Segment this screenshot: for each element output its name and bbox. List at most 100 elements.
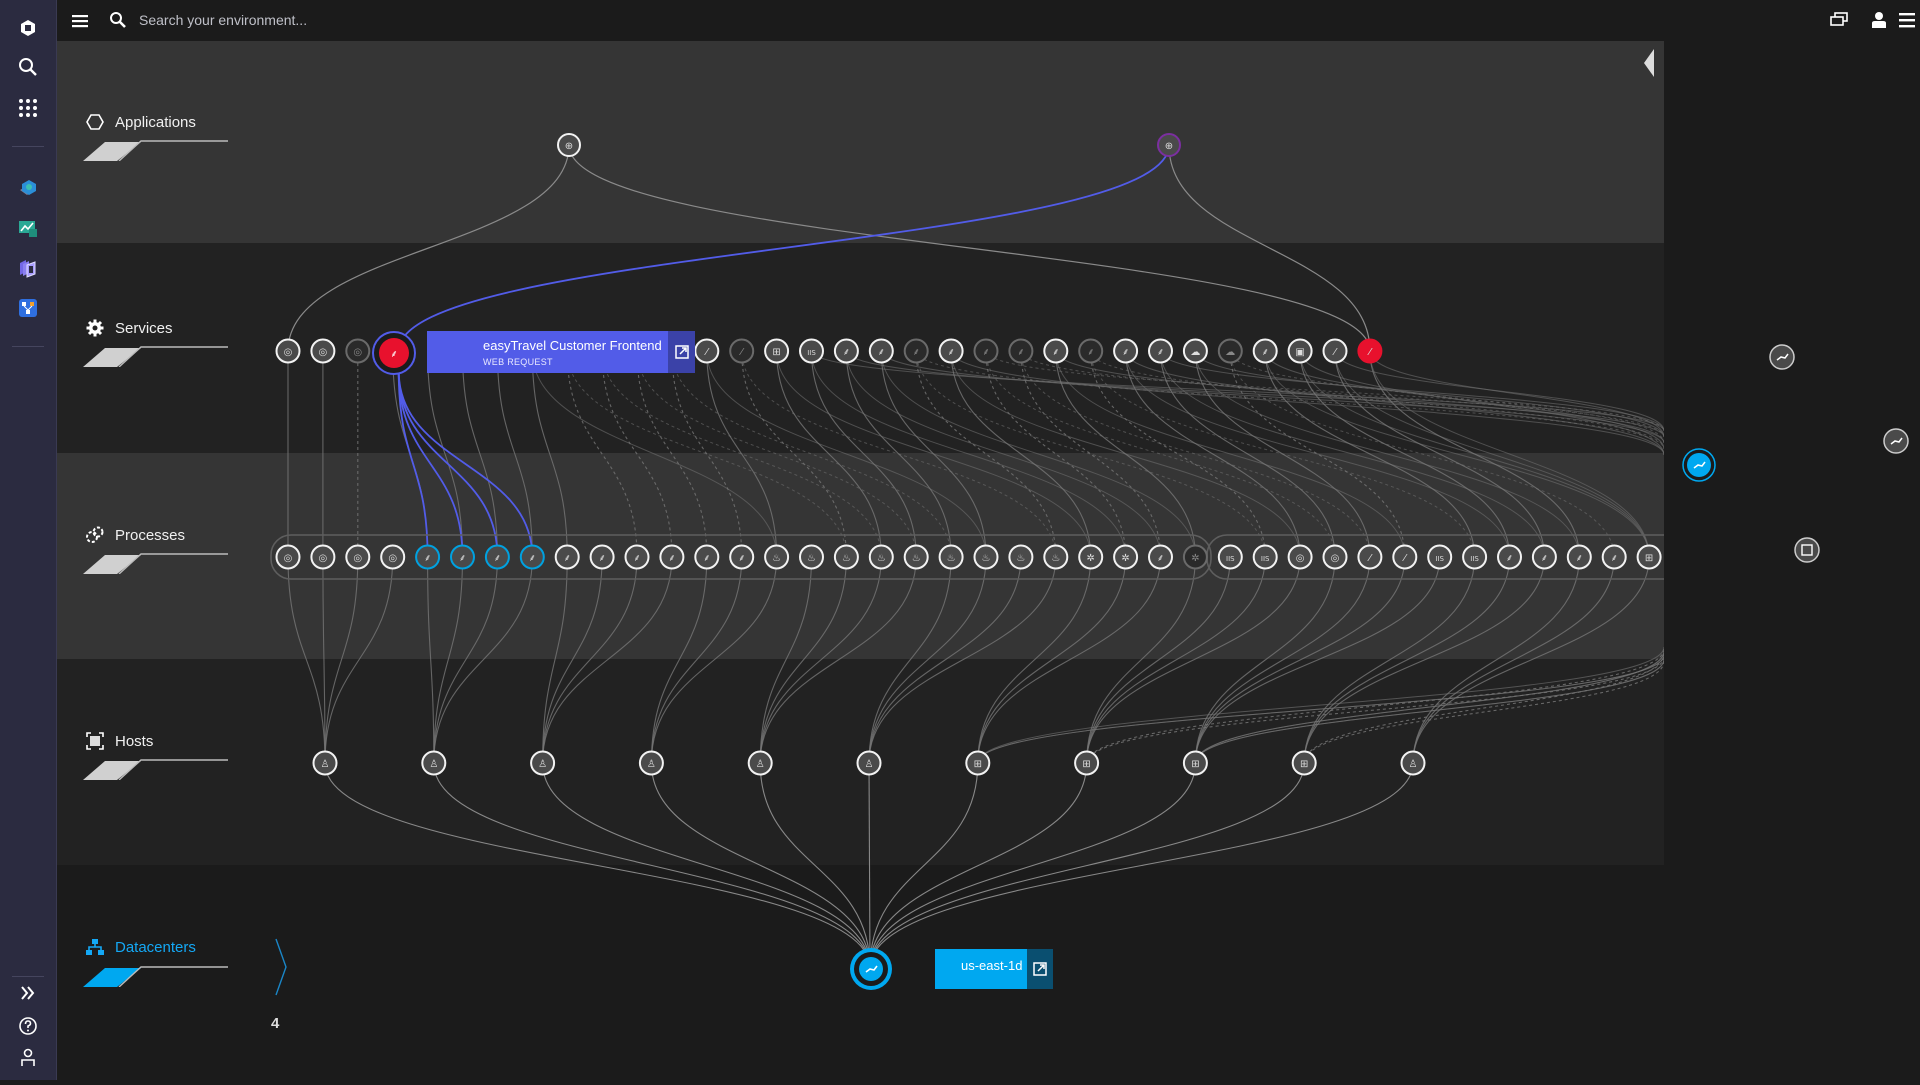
process-node[interactable]: ⸙ (1148, 544, 1173, 570)
sidebar-item-search[interactable] (0, 49, 56, 85)
process-node[interactable]: ◎ (1322, 544, 1348, 570)
sidebar-item-kubernetes[interactable] (0, 250, 56, 286)
process-node[interactable]: ⸙ (694, 544, 720, 570)
selected-datacenter-node[interactable] (848, 946, 894, 992)
service-node[interactable]: ⸙ (1008, 338, 1034, 364)
service-node[interactable]: ⁄ (1322, 338, 1348, 364)
process-node[interactable]: IIS (1462, 544, 1488, 570)
search-bar[interactable] (109, 4, 709, 36)
feedback-button[interactable] (1827, 8, 1851, 32)
process-node[interactable]: ⸙ (1531, 544, 1557, 570)
process-node[interactable]: ⸙ (729, 544, 755, 570)
process-node[interactable]: ⸙ (589, 544, 615, 570)
process-node[interactable]: ⁄ (1357, 544, 1383, 570)
host-node[interactable]: ♙ (856, 750, 882, 776)
datacenter-node[interactable] (1794, 537, 1820, 563)
service-node[interactable]: ⊞ (764, 338, 790, 364)
process-node[interactable]: IIS (1427, 544, 1453, 570)
process-node[interactable]: ✲ (1113, 544, 1139, 570)
process-node[interactable]: ⸙ (519, 544, 545, 570)
service-node[interactable]: IIS (799, 338, 824, 364)
host-node[interactable]: ♙ (312, 750, 338, 776)
application-node[interactable]: ⊕ (1157, 133, 1181, 157)
process-node[interactable]: ◎ (275, 544, 301, 570)
open-datacenter-button[interactable] (1027, 949, 1053, 989)
service-node[interactable]: ⸙ (1078, 338, 1104, 364)
service-node[interactable]: ⁄ (694, 338, 720, 364)
service-node[interactable]: ⸙ (868, 338, 894, 364)
process-node[interactable]: ♨ (1008, 544, 1034, 570)
sidebar-item-home[interactable] (0, 10, 56, 46)
sidebar-item-apps[interactable] (0, 90, 56, 126)
host-node[interactable]: ♙ (1400, 750, 1426, 776)
host-node[interactable]: ♙ (530, 750, 556, 776)
process-node[interactable]: ◎ (380, 544, 406, 570)
process-node[interactable]: IIS (1217, 544, 1243, 570)
process-node[interactable]: ♨ (938, 544, 964, 570)
process-node[interactable]: ♨ (1043, 544, 1069, 570)
process-node[interactable]: ✲ (1182, 544, 1208, 570)
process-node[interactable]: ♨ (799, 544, 824, 570)
sidebar-help-button[interactable] (0, 1008, 56, 1044)
search-input[interactable] (137, 11, 657, 29)
process-node[interactable]: ♨ (973, 544, 999, 570)
service-node[interactable]: ⸙ (1252, 338, 1278, 364)
process-node[interactable]: ⸙ (450, 544, 475, 570)
process-node[interactable]: ◎ (310, 544, 336, 570)
host-node[interactable]: ♙ (421, 750, 447, 776)
service-node[interactable]: ☁ (1217, 338, 1243, 364)
host-node[interactable]: ⊞ (1291, 750, 1317, 776)
service-node[interactable]: ⸙ (973, 338, 999, 364)
sidebar-item-dashboards[interactable] (0, 210, 56, 246)
datacenter-node-active[interactable] (1682, 448, 1716, 482)
service-node[interactable]: ⸙ (903, 338, 929, 364)
host-node[interactable]: ⊞ (965, 750, 991, 776)
selected-service-card[interactable]: easyTravel Customer Frontend WEB REQUEST (427, 331, 695, 373)
process-node[interactable]: ⸙ (484, 544, 510, 570)
account-button[interactable] (1867, 8, 1891, 32)
process-node[interactable]: ◎ (1287, 544, 1313, 570)
process-node[interactable]: ♨ (833, 544, 859, 570)
service-node[interactable]: ◎ (275, 338, 301, 364)
service-node[interactable]: ⸙ (1113, 338, 1139, 364)
service-node[interactable]: ⁄ (729, 338, 755, 364)
service-node[interactable]: ◎ (345, 338, 371, 364)
application-node[interactable]: ⊕ (557, 133, 581, 157)
sidebar-item-smartscape[interactable] (0, 170, 56, 206)
service-node[interactable]: ◎ (310, 338, 336, 364)
service-node[interactable]: ▣ (1287, 338, 1313, 364)
sidebar-item-topology[interactable] (0, 290, 56, 326)
host-node[interactable]: ⊞ (1182, 750, 1208, 776)
process-node[interactable]: ⁄ (1392, 544, 1418, 570)
host-node[interactable]: ♙ (638, 750, 664, 776)
process-node[interactable]: ⸙ (1566, 544, 1592, 570)
process-node[interactable]: ♨ (764, 544, 790, 570)
selected-datacenter-card[interactable]: us-east-1d (935, 949, 1053, 989)
datacenter-node[interactable] (1883, 428, 1909, 454)
process-node[interactable]: ⊞ (1636, 544, 1662, 570)
process-node[interactable]: ⸙ (554, 544, 580, 570)
process-node[interactable]: ✲ (1078, 544, 1104, 570)
host-node[interactable]: ⊞ (1074, 750, 1100, 776)
datacenter-node[interactable] (1769, 344, 1795, 370)
service-node[interactable]: ⸙ (938, 338, 964, 364)
selected-service-node[interactable]: ⸙ (371, 330, 417, 376)
open-service-button[interactable] (668, 331, 695, 373)
menu-button[interactable] (67, 8, 93, 34)
process-node[interactable]: ⸙ (624, 544, 650, 570)
service-node[interactable]: ⸙ (1043, 338, 1069, 364)
process-node[interactable]: ⸙ (415, 544, 441, 570)
process-node[interactable]: IIS (1252, 544, 1278, 570)
more-menu-button[interactable] (1895, 8, 1919, 32)
service-node[interactable]: ⁄ (1357, 338, 1383, 364)
process-node[interactable]: ◎ (345, 544, 371, 570)
collapse-panel-arrow[interactable] (1640, 47, 1656, 79)
service-node[interactable]: ☁ (1182, 338, 1208, 364)
process-node[interactable]: ♨ (868, 544, 894, 570)
process-node[interactable]: ⸙ (1497, 544, 1522, 570)
service-node[interactable]: ⸙ (833, 338, 859, 364)
host-node[interactable]: ♙ (747, 750, 773, 776)
sidebar-expand-button[interactable] (0, 975, 56, 1011)
process-node[interactable]: ⸙ (659, 544, 685, 570)
process-node[interactable]: ⸙ (1601, 544, 1627, 570)
